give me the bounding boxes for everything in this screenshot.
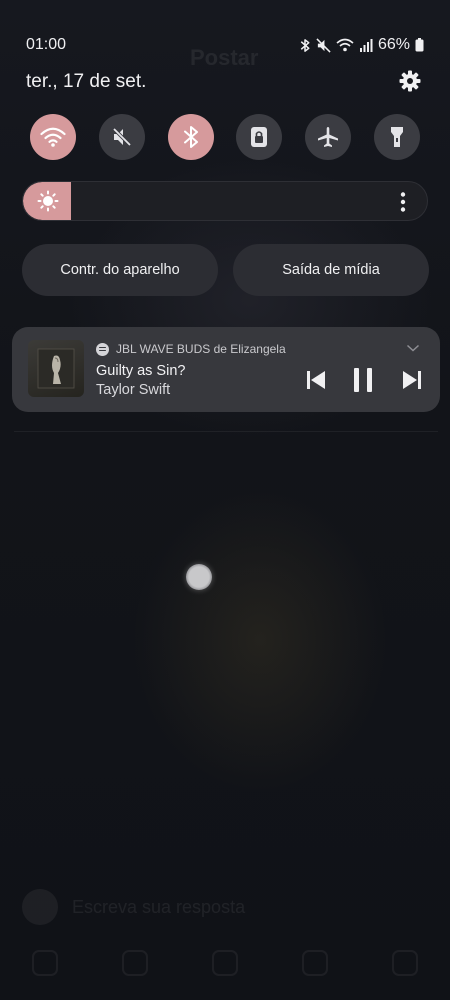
media-source-label: JBL WAVE BUDS de Elizangela (116, 342, 286, 356)
date-label: ter., 17 de set. (26, 71, 147, 92)
status-bar: 01:00 66% (0, 36, 450, 58)
gear-icon[interactable] (398, 69, 422, 93)
sun-icon (37, 190, 59, 212)
status-icons: 66% (299, 36, 424, 54)
bluetooth-icon (183, 126, 198, 148)
signal-icon (359, 39, 373, 52)
toggle-bluetooth[interactable] (167, 114, 214, 160)
background-mail-icon (392, 950, 418, 976)
next-icon[interactable] (402, 367, 422, 393)
toggle-airplane-mode[interactable] (305, 114, 352, 160)
touch-indicator (186, 564, 212, 590)
background-avatar (22, 889, 58, 925)
mute-icon (316, 37, 331, 53)
previous-icon[interactable] (306, 367, 326, 393)
mute-icon (112, 127, 132, 147)
battery-icon (415, 38, 424, 52)
background-nav-bar (0, 940, 450, 986)
background-reply-field: Escreva sua resposta (22, 885, 412, 929)
toggle-secure-folder[interactable] (236, 114, 283, 160)
battery-percent: 66% (377, 36, 410, 53)
airplane-icon (318, 127, 339, 147)
brightness-slider[interactable] (22, 181, 428, 221)
album-art (28, 340, 84, 397)
toggle-wifi[interactable] (30, 114, 76, 160)
background-spaces-icon (212, 950, 238, 976)
pause-icon[interactable] (352, 367, 374, 393)
bluetooth-icon (300, 38, 310, 52)
flashlight-icon (390, 127, 403, 147)
media-player-card[interactable]: JBL WAVE BUDS de Elizangela Guilty as Si… (12, 327, 440, 412)
wifi-icon (40, 127, 66, 147)
background-bell-icon (302, 950, 328, 976)
chevron-down-icon[interactable] (406, 343, 420, 353)
shade-divider (14, 431, 438, 432)
status-time: 01:00 (26, 36, 67, 53)
toggle-flashlight[interactable] (373, 114, 420, 160)
background-reply-placeholder: Escreva sua resposta (72, 896, 246, 917)
lock-icon (251, 127, 268, 147)
background-home-icon (32, 950, 58, 976)
device-control-button[interactable]: Contr. do aparelho (22, 244, 218, 296)
quick-settings-toggles (30, 114, 420, 160)
song-artist: Taylor Swift (96, 382, 171, 398)
song-title: Guilty as Sin? (96, 363, 186, 379)
media-output-button[interactable]: Saída de mídia (233, 244, 429, 296)
background-search-icon (122, 950, 148, 976)
more-options-icon[interactable] (393, 191, 413, 213)
media-source: JBL WAVE BUDS de Elizangela (96, 342, 286, 356)
toggle-sound[interactable] (98, 114, 145, 160)
spotify-icon (96, 342, 109, 356)
wifi-icon (336, 38, 354, 52)
